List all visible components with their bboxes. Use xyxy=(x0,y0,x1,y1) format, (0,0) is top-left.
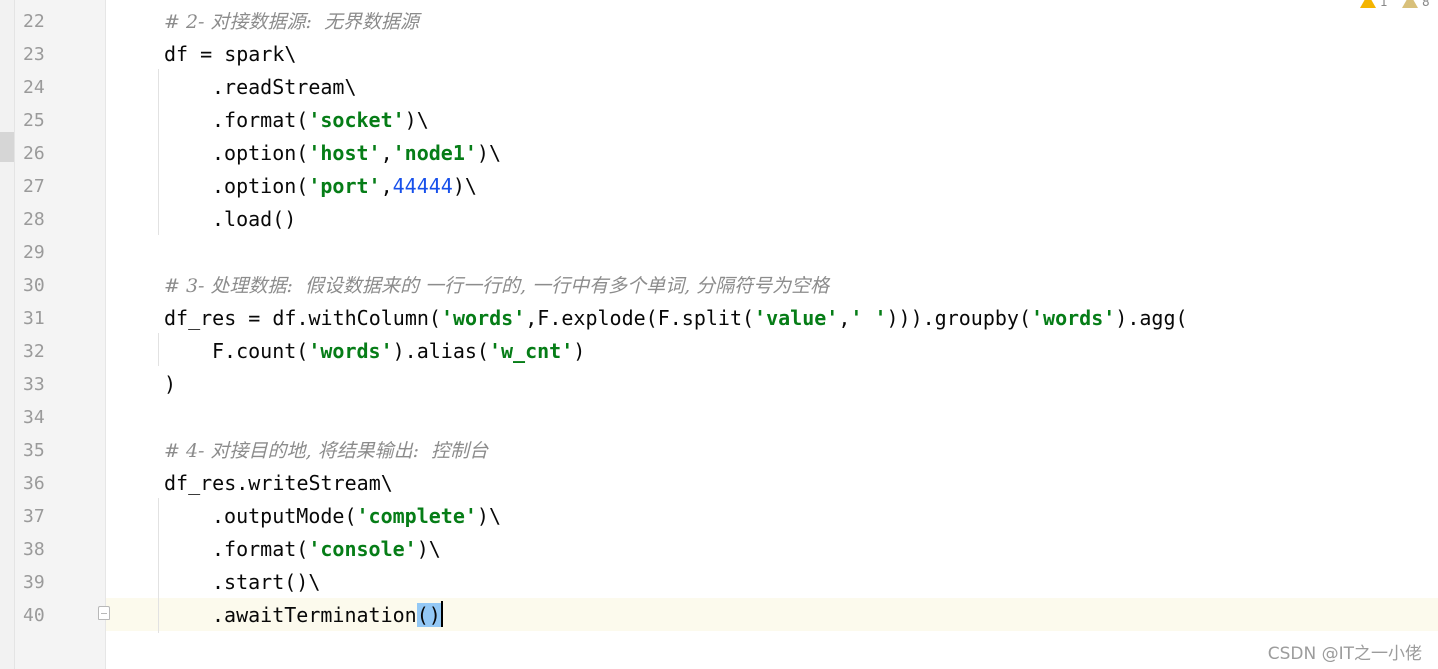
line-number: 39 xyxy=(23,572,45,593)
code-text: ).agg( xyxy=(1115,306,1188,330)
line-number: 30 xyxy=(23,275,45,296)
line-number: 24 xyxy=(23,77,45,98)
line-number: 29 xyxy=(23,242,45,263)
string-literal: 'complete' xyxy=(356,504,477,528)
code-text: df = spark\ xyxy=(164,42,297,66)
string-literal: ' ' xyxy=(850,306,887,330)
string-literal: 'words' xyxy=(1031,306,1116,330)
inspection-widget[interactable]: 1 8 xyxy=(1348,0,1438,12)
fold-end-icon[interactable] xyxy=(98,606,110,620)
line-number: 38 xyxy=(23,539,45,560)
line-number: 26 xyxy=(23,143,45,164)
code-text: .outputMode( xyxy=(212,504,357,528)
string-literal: 'port' xyxy=(308,174,381,198)
code-text: .format( xyxy=(212,108,309,132)
line-number: 31 xyxy=(23,308,45,329)
line-number: 27 xyxy=(23,176,45,197)
line-number: 25 xyxy=(23,110,45,131)
code-line-23[interactable]: df = spark\ xyxy=(164,38,296,71)
code-text: .option( xyxy=(212,141,309,165)
code-line-35[interactable]: # 4- 对接目的地, 将结果输出: 控制台 xyxy=(164,434,488,467)
code-text: )\ xyxy=(476,504,502,528)
line-number: 37 xyxy=(23,506,45,527)
code-text: , xyxy=(838,306,851,330)
code-line-31[interactable]: df_res = df.withColumn('words',F.explode… xyxy=(164,302,1188,335)
text-caret xyxy=(440,601,443,627)
code-line-32[interactable]: F.count('words').alias('w_cnt') xyxy=(212,335,585,368)
string-literal: 'value' xyxy=(754,306,839,330)
string-literal: 'node1' xyxy=(392,141,477,165)
code-comment: # 3- 处理数据: 假设数据来的 一行一行的, 一行中有多个单词, 分隔符号为… xyxy=(164,275,830,297)
code-line-30[interactable]: # 3- 处理数据: 假设数据来的 一行一行的, 一行中有多个单词, 分隔符号为… xyxy=(164,269,829,302)
code-text: )\ xyxy=(476,141,502,165)
code-text: ).alias( xyxy=(392,339,489,363)
code-text: .option( xyxy=(212,174,309,198)
weak-warning-icon xyxy=(1402,0,1418,8)
code-editor[interactable]: 22 23 24 25 26 27 28 29 30 31 32 33 34 3… xyxy=(0,0,1438,669)
tool-window-strip xyxy=(0,0,15,669)
code-line-39[interactable]: .start()\ xyxy=(212,566,320,599)
code-text: .load() xyxy=(212,207,297,231)
code-line-33[interactable]: ) xyxy=(164,368,176,401)
line-number: 35 xyxy=(23,440,45,461)
code-text: )\ xyxy=(452,174,477,198)
line-number: 28 xyxy=(23,209,45,230)
line-number-gutter[interactable]: 22 23 24 25 26 27 28 29 30 31 32 33 34 3… xyxy=(15,0,106,669)
code-line-24[interactable]: .readStream\ xyxy=(212,71,357,104)
string-literal: 'console' xyxy=(308,537,417,561)
number-literal: 44444 xyxy=(392,174,453,198)
weak-warning-count: 8 xyxy=(1422,0,1430,9)
code-text: , xyxy=(380,174,393,198)
line-number: 36 xyxy=(23,473,45,494)
line-number: 22 xyxy=(23,11,45,32)
code-text: .start()\ xyxy=(212,570,321,594)
line-number: 33 xyxy=(23,374,45,395)
watermark: CSDN @IT之一小佬 xyxy=(1267,644,1422,664)
code-comment: # 4- 对接目的地, 将结果输出: 控制台 xyxy=(164,440,489,462)
code-text: ) xyxy=(164,372,177,396)
string-literal: 'words' xyxy=(440,306,526,330)
code-text: .format( xyxy=(212,537,309,561)
code-line-40[interactable]: .awaitTermination() xyxy=(212,599,443,632)
code-text: , xyxy=(380,141,393,165)
code-line-37[interactable]: .outputMode('complete')\ xyxy=(212,500,501,533)
code-line-25[interactable]: .format('socket')\ xyxy=(212,104,429,137)
warning-count: 1 xyxy=(1380,0,1388,9)
string-literal: 'w_cnt' xyxy=(488,339,574,363)
matched-brace: () xyxy=(416,603,441,627)
warning-icon xyxy=(1360,0,1376,8)
code-text: ) xyxy=(573,339,586,363)
line-number: 40 xyxy=(23,605,45,626)
tool-window-marker[interactable] xyxy=(0,132,14,162)
code-text: df_res = df.withColumn( xyxy=(164,306,441,330)
code-line-22[interactable]: # 2- 对接数据源: 无界数据源 xyxy=(164,5,419,38)
code-text: F.count( xyxy=(212,339,309,363)
code-text: )\ xyxy=(416,537,441,561)
string-literal: 'host' xyxy=(308,141,381,165)
code-line-36[interactable]: df_res.writeStream\ xyxy=(164,467,393,500)
line-number: 34 xyxy=(23,407,45,428)
indent-guide xyxy=(158,333,159,366)
code-text: )\ xyxy=(404,108,429,132)
line-number: 23 xyxy=(23,44,45,65)
code-text: ))).groupby( xyxy=(886,306,1032,330)
code-text: .readStream\ xyxy=(212,75,357,99)
string-literal: 'words' xyxy=(308,339,393,363)
string-literal: 'socket' xyxy=(308,108,405,132)
code-comment: # 2- 对接数据源: 无界数据源 xyxy=(164,11,419,33)
code-text: .awaitTermination xyxy=(212,603,417,627)
code-line-28[interactable]: .load() xyxy=(212,203,296,236)
indent-guide xyxy=(158,69,159,235)
indent-guide xyxy=(158,498,159,633)
line-number: 32 xyxy=(23,341,45,362)
code-text: df_res.writeStream\ xyxy=(164,471,393,495)
code-line-26[interactable]: .option('host','node1')\ xyxy=(212,137,501,170)
code-line-38[interactable]: .format('console')\ xyxy=(212,533,441,566)
code-line-27[interactable]: .option('port',44444)\ xyxy=(212,170,477,203)
code-text: ,F.explode(F.split( xyxy=(525,306,755,330)
